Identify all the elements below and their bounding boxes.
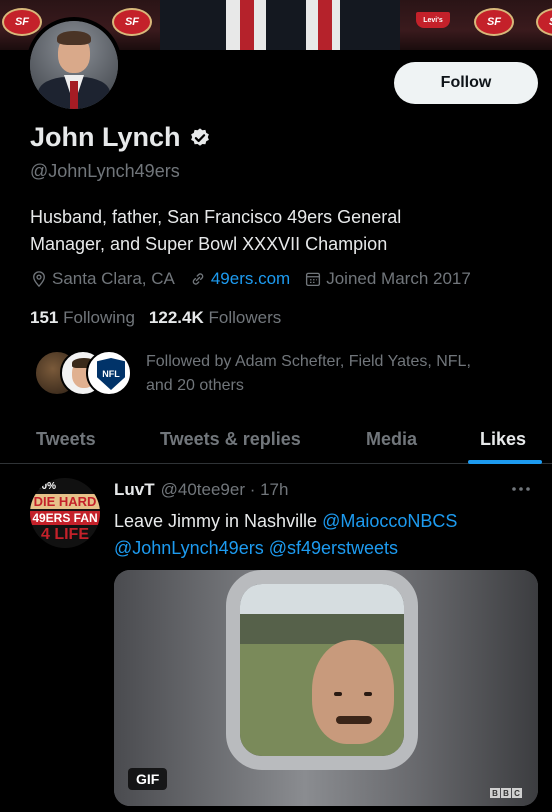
joined-text: Joined March 2017 (326, 269, 471, 288)
gif-badge: GIF (128, 768, 168, 790)
tweet-gif[interactable]: GIF B B C (114, 570, 538, 806)
watermark-letter: B (501, 788, 511, 798)
gif-window (226, 570, 418, 770)
gif-eye (334, 692, 342, 696)
joined-item: Joined March 2017 (304, 269, 471, 289)
mention-link[interactable]: @JohnLynch49ers (114, 538, 264, 558)
avatar-text: 49ERS FAN (30, 511, 100, 525)
follow-button[interactable]: Follow (394, 62, 538, 104)
more-options-icon[interactable] (510, 482, 532, 496)
link-icon (192, 273, 204, 285)
nfl-shield-icon: NFL (97, 358, 125, 390)
following-label: Following (63, 308, 135, 327)
bbc-watermark: B B C (490, 788, 522, 798)
follow-stats: 151 Following 122.4K Followers (30, 308, 281, 328)
gif-face (312, 640, 394, 744)
tweet-handle-time[interactable]: @40tee9er · 17h (161, 480, 289, 500)
location-item: Santa Clara, CA (30, 269, 175, 289)
gif-eye (364, 692, 372, 696)
bio-line: Husband, father, San Francisco 49ers Gen… (30, 207, 402, 227)
watermark-letter: B (490, 788, 500, 798)
tweet-author-name[interactable]: LuvT (114, 480, 155, 500)
tweet-body: Leave Jimmy in Nashville (114, 511, 323, 531)
followers-count: 122.4K (148, 308, 204, 327)
avatar-text: 4 LIFE (40, 526, 89, 543)
calendar-icon (306, 272, 321, 287)
banner-suit (160, 0, 400, 50)
49ers-logo-icon: SF (112, 8, 152, 36)
following-count: 151 (30, 308, 59, 327)
followed-by-avatars[interactable]: NFL (34, 350, 134, 396)
tweet-author-avatar[interactable]: 00% DIE HARD 49ERS FAN 4 LIFE (30, 478, 100, 548)
tweet-header: LuvT @40tee9er · 17h (114, 480, 288, 500)
mention-link[interactable]: @MaioccoNBCS (322, 511, 457, 531)
following-stat[interactable]: 151 Following (30, 308, 135, 328)
profile-handle: @JohnLynch49ers (30, 161, 180, 181)
location-text: Santa Clara, CA (52, 269, 175, 288)
active-tab-indicator (468, 460, 542, 464)
49ers-logo-icon: SF (474, 8, 514, 36)
banner-tie (240, 0, 254, 50)
levis-logo-icon: Levi's (416, 12, 450, 28)
followed-by-line: Followed by Adam Schefter, Field Yates, … (146, 353, 471, 370)
followers-label: Followers (208, 308, 282, 327)
location-pin-icon (33, 271, 45, 288)
49ers-logo-icon: SF (536, 8, 552, 36)
website-item[interactable]: 49ers.com (189, 269, 290, 289)
tab-tweets-and-replies[interactable]: Tweets & replies (160, 414, 301, 464)
name-row: John Lynch (30, 122, 211, 153)
tab-tweets[interactable]: Tweets (36, 414, 96, 464)
avatar-text: 00% (36, 481, 57, 492)
display-name: John Lynch (30, 122, 181, 152)
mention-link[interactable]: @sf49erstweets (269, 538, 398, 558)
avatar-tie (70, 81, 78, 109)
followers-stat[interactable]: 122.4K Followers (149, 308, 281, 328)
nfl-avatar: NFL (86, 350, 132, 396)
profile-avatar[interactable] (26, 17, 122, 113)
profile-meta: Santa Clara, CA 49ers.com Joined March 2… (30, 269, 485, 289)
tweet-text: Leave Jimmy in Nashville @MaioccoNBCS @J… (114, 508, 534, 562)
banner-tie (318, 0, 332, 50)
tab-media[interactable]: Media (366, 414, 417, 464)
profile-tabs: Tweets Tweets & replies Media Likes (0, 414, 552, 464)
tab-likes[interactable]: Likes (480, 414, 526, 464)
avatar-text: DIE HARD (30, 494, 100, 509)
profile-bio: Husband, father, San Francisco 49ers Gen… (30, 204, 530, 258)
followed-by-text[interactable]: Followed by Adam Schefter, Field Yates, … (146, 350, 536, 398)
bio-line: Manager, and Super Bowl XXXVII Champion (30, 234, 388, 254)
watermark-letter: C (512, 788, 522, 798)
gif-mustache (336, 716, 372, 724)
avatar-hair (57, 31, 91, 45)
website-link[interactable]: 49ers.com (211, 269, 290, 289)
followed-by-line: and 20 others (146, 377, 244, 394)
verified-badge-icon[interactable] (189, 127, 211, 149)
